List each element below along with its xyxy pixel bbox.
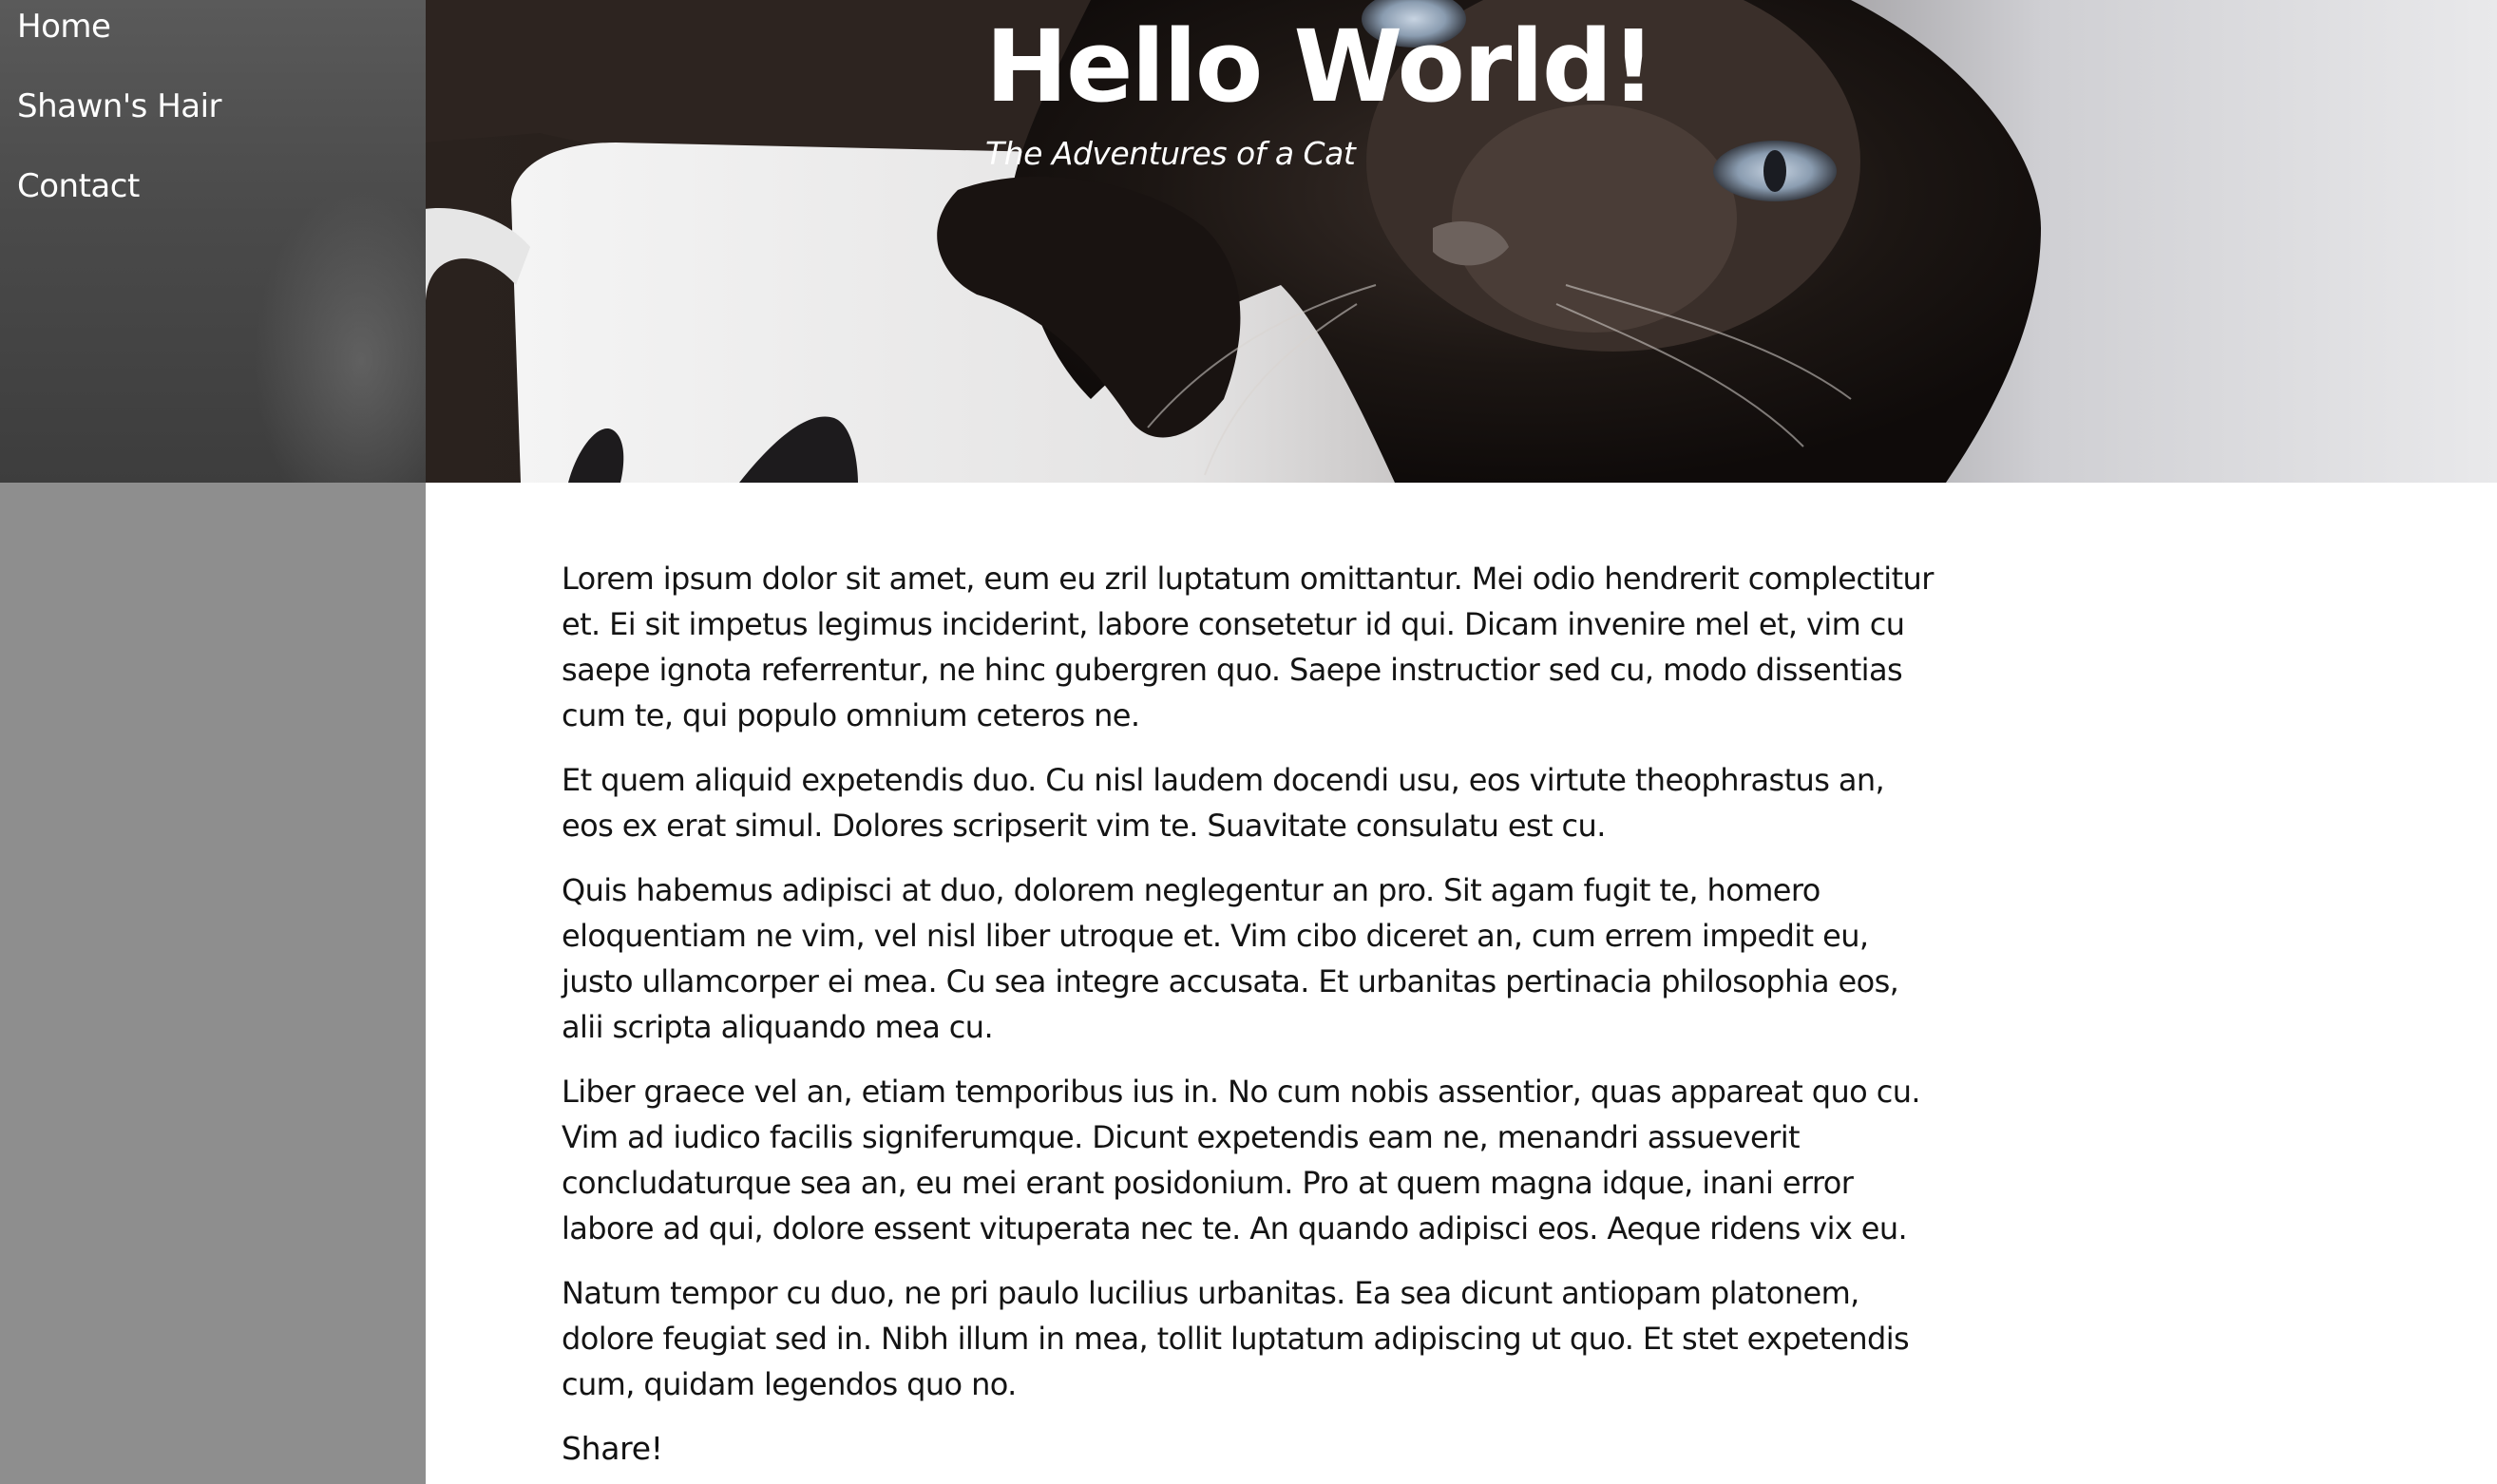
nav-menu: Home Shawn's Hair Contact — [0, 0, 426, 239]
nav-item-shawns-hair[interactable]: Shawn's Hair — [0, 80, 426, 160]
page-title: Hello World! — [985, 9, 1656, 124]
article-paragraph: Quis habemus adipisci at duo, dolorem ne… — [562, 872, 1899, 1045]
article-paragraph: Et quem aliquid expetendis duo. Cu nisl … — [562, 762, 1885, 844]
article-content: Lorem ipsum dolor sit amet, eum eu zril … — [562, 556, 1939, 1472]
page-subtitle: The Adventures of a Cat — [985, 135, 1356, 172]
article-paragraph: Lorem ipsum dolor sit amet, eum eu zril … — [562, 561, 1934, 733]
article-paragraph: Natum tempor cu duo, ne pri paulo lucili… — [562, 1275, 1910, 1402]
sidebar: Home Shawn's Hair Contact — [0, 0, 426, 1484]
nav-item-home[interactable]: Home — [0, 0, 426, 80]
hero-banner: Hello World! The Adventures of a Cat — [426, 0, 2497, 483]
article-paragraph: Liber graece vel an, etiam temporibus iu… — [562, 1074, 1921, 1246]
nav-item-contact[interactable]: Contact — [0, 160, 426, 239]
share-link[interactable]: Share! — [562, 1426, 663, 1472]
